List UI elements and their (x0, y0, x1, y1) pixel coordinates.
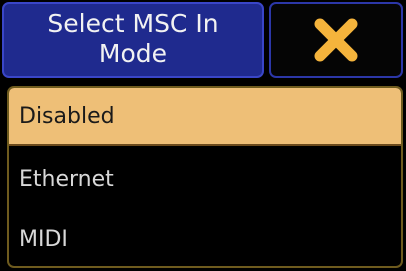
dialog-title-box: Select MSC In Mode (2, 2, 264, 78)
option-ethernet[interactable]: Ethernet (9, 150, 401, 208)
option-label: Disabled (19, 103, 115, 129)
dialog-title: Select MSC In Mode (47, 9, 219, 68)
close-icon (314, 18, 358, 62)
option-midi[interactable]: MIDI (9, 210, 401, 266)
mode-option-list: Disabled Ethernet MIDI (7, 86, 403, 268)
close-button[interactable] (269, 2, 403, 78)
option-label: Ethernet (19, 166, 114, 192)
option-label: MIDI (19, 226, 68, 252)
option-disabled[interactable]: Disabled (9, 88, 401, 146)
